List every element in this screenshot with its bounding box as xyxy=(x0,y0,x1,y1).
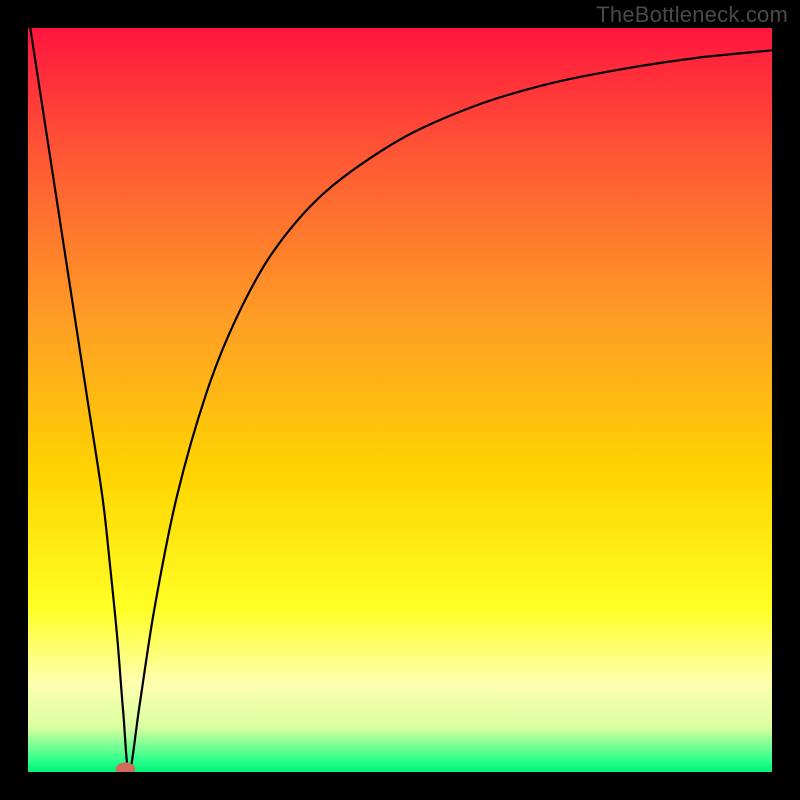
bottleneck-chart xyxy=(0,0,800,800)
chart-frame: TheBottleneck.com xyxy=(0,0,800,800)
watermark-text: TheBottleneck.com xyxy=(596,2,788,28)
min-point-marker xyxy=(116,762,135,775)
